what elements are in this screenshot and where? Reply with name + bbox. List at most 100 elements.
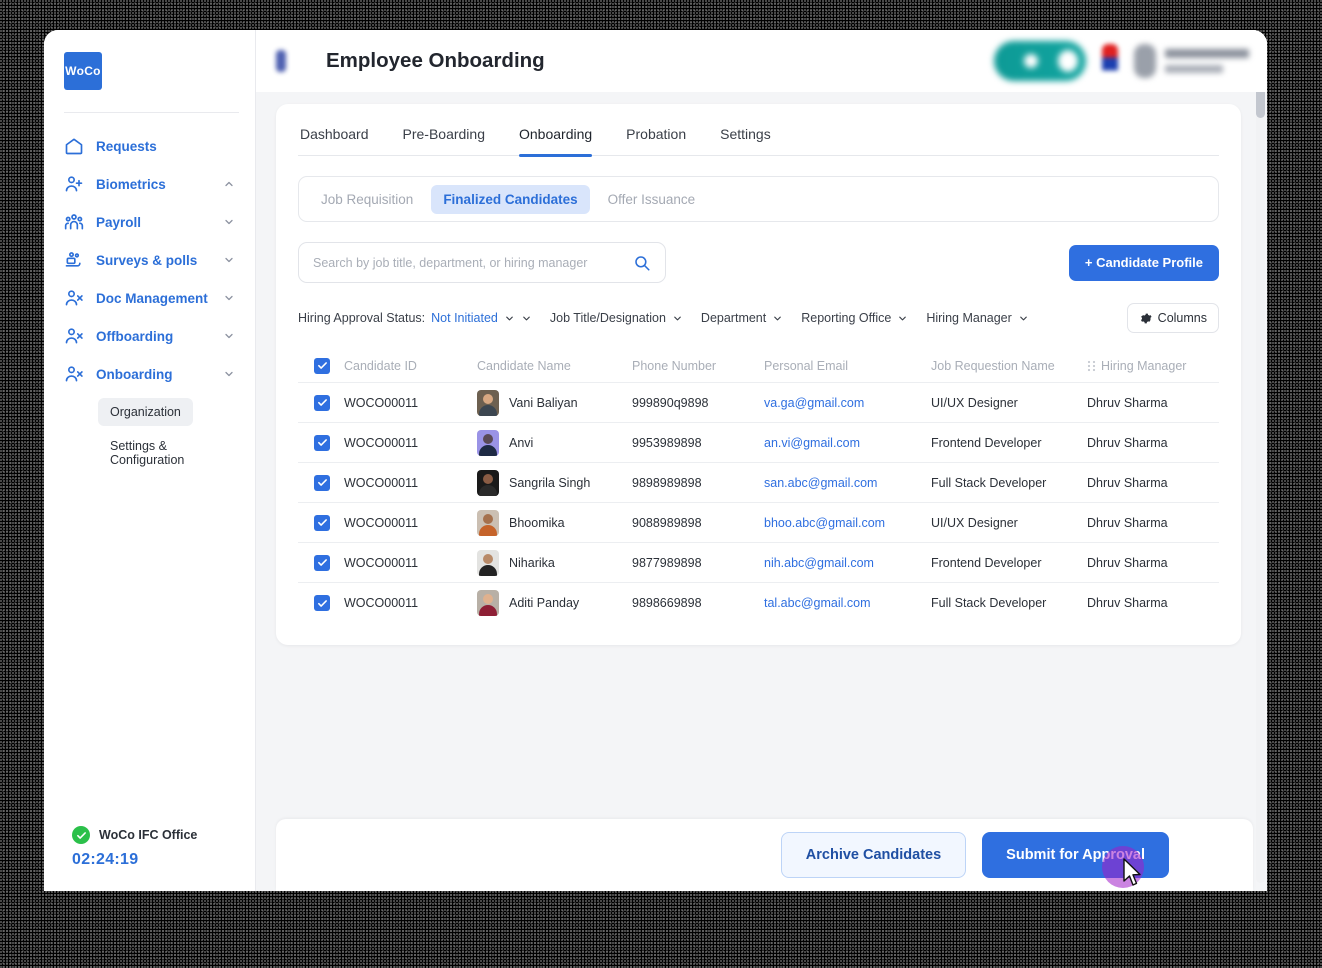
cell-job-requestion-name: Full Stack Developer [931, 475, 1047, 490]
cell-candidate-name: Anvi [477, 429, 632, 456]
sidebar-item-requests[interactable]: Requests [56, 127, 243, 165]
filter-hiring-manager[interactable]: Hiring Manager [926, 311, 1028, 325]
page-title: Employee Onboarding [326, 49, 545, 72]
sub-tab-offer-issuance[interactable]: Offer Issuance [596, 185, 708, 214]
user-profile-blurred[interactable] [1134, 44, 1249, 78]
chevron-down-icon[interactable] [223, 216, 235, 228]
chevron-down-icon[interactable] [223, 368, 235, 380]
filter-label: Department [700, 311, 767, 325]
sidebar-item-label: Requests [96, 138, 157, 154]
notification-bell-icon[interactable] [1102, 44, 1118, 78]
table-row[interactable]: WOCO00011 Anvi 9953989898 an.vi@gmail.co… [298, 423, 1219, 463]
table-row[interactable]: WOCO00011 Sangrila Singh 9898989898 san.… [298, 463, 1219, 503]
cell-personal-email[interactable]: nih.abc@gmail.com [764, 556, 931, 570]
scrollbar-track[interactable] [1256, 38, 1265, 883]
tab-pre-boarding[interactable]: Pre-Boarding [403, 122, 486, 155]
tab-dashboard[interactable]: Dashboard [300, 122, 369, 155]
filter-hiring-approval-status[interactable]: Hiring Approval Status: Not Initiated [298, 311, 532, 325]
cell-hiring-manager: Dhruv Sharma [1087, 596, 1168, 610]
chevron-up-icon[interactable] [223, 178, 235, 190]
tab-settings[interactable]: Settings [720, 122, 771, 155]
submit-for-approval-button[interactable]: Submit for Approval [982, 832, 1169, 878]
email-link[interactable]: nih.abc@gmail.com [764, 556, 874, 570]
search-input[interactable] [313, 255, 633, 270]
drag-handle-icon[interactable] [1087, 360, 1096, 372]
column-header-hiring-manager[interactable]: Hiring Manager [1087, 359, 1227, 373]
cell-phone-number: 9953989898 [632, 435, 702, 450]
sidebar-subitem-settings-configuration[interactable]: Settings & Configuration [98, 432, 231, 474]
office-status-row: WoCo IFC Office [72, 826, 255, 844]
row-checkbox[interactable] [314, 514, 330, 531]
avatar [477, 509, 499, 536]
sidebar-item-payroll[interactable]: Payroll [56, 203, 243, 241]
sidebar-item-label: Offboarding [96, 328, 174, 344]
cell-personal-email[interactable]: bhoo.abc@gmail.com [764, 516, 931, 530]
column-header-candidate-id[interactable]: Candidate ID [344, 359, 477, 373]
candidates-table: Candidate ID Candidate Name Phone Number… [298, 349, 1219, 623]
sidebar-item-surveys-polls[interactable]: Surveys & polls [56, 241, 243, 279]
cell-personal-email[interactable]: an.vi@gmail.com [764, 436, 931, 450]
table-row[interactable]: WOCO00011 Bhoomika 9088989898 bhoo.abc@g… [298, 503, 1219, 543]
email-link[interactable]: tal.abc@gmail.com [764, 596, 870, 610]
column-header-personal-email[interactable]: Personal Email [764, 359, 931, 373]
woco-logo[interactable]: WoCo [64, 52, 102, 90]
table-header-row: Candidate ID Candidate Name Phone Number… [298, 349, 1219, 383]
sub-tab-job-requisition[interactable]: Job Requisition [309, 185, 425, 214]
people-group-icon [64, 212, 84, 232]
cell-candidate-id: WOCO00011 [344, 515, 419, 530]
chevron-down-icon[interactable] [897, 313, 908, 324]
sidebar-subitem-organization[interactable]: Organization [98, 398, 193, 426]
sidebar-item-offboarding[interactable]: Offboarding [56, 317, 243, 355]
toggle-widget-blurred[interactable] [994, 41, 1086, 81]
filter-reporting-office[interactable]: Reporting Office [801, 311, 908, 325]
search-icon[interactable] [633, 254, 651, 272]
sub-tab-finalized-candidates[interactable]: Finalized Candidates [431, 184, 590, 214]
filter-department[interactable]: Department [701, 311, 783, 325]
columns-button[interactable]: Columns [1126, 303, 1219, 333]
table-row[interactable]: WOCO00011 Vani Baliyan 999890q9898 va.ga… [298, 383, 1219, 423]
search-box[interactable] [298, 242, 666, 283]
email-link[interactable]: va.ga@gmail.com [764, 396, 864, 410]
menu-indicator-icon[interactable] [276, 50, 286, 72]
filter-label: Job Title/Designation [549, 311, 666, 325]
chevron-down-icon-secondary[interactable] [521, 313, 532, 324]
tab-onboarding[interactable]: Onboarding [519, 122, 593, 157]
cell-phone-number: 9877989898 [632, 555, 702, 570]
column-header-label: Hiring Manager [1101, 358, 1187, 373]
email-link[interactable]: san.abc@gmail.com [764, 476, 877, 490]
sidebar-item-doc-management[interactable]: Doc Management [56, 279, 243, 317]
row-checkbox[interactable] [314, 595, 330, 611]
cell-personal-email[interactable]: tal.abc@gmail.com [764, 596, 931, 610]
cell-phone-number: 9088989898 [632, 515, 702, 530]
column-header-phone-number[interactable]: Phone Number [632, 359, 764, 373]
row-checkbox[interactable] [314, 474, 330, 491]
chevron-down-icon[interactable] [672, 313, 683, 324]
filter-job-title-designation[interactable]: Job Title/Designation [550, 311, 683, 325]
cell-personal-email[interactable]: san.abc@gmail.com [764, 476, 931, 490]
chevron-down-icon[interactable] [504, 313, 515, 324]
row-checkbox[interactable] [314, 394, 330, 411]
row-checkbox[interactable] [314, 554, 330, 571]
sidebar-item-onboarding[interactable]: Onboarding [56, 355, 243, 393]
email-link[interactable]: bhoo.abc@gmail.com [764, 516, 885, 530]
email-link[interactable]: an.vi@gmail.com [764, 436, 860, 450]
sidebar-item-biometrics[interactable]: Biometrics [56, 165, 243, 203]
cell-personal-email[interactable]: va.ga@gmail.com [764, 396, 931, 410]
add-candidate-profile-button[interactable]: + Candidate Profile [1068, 244, 1219, 281]
chevron-down-icon[interactable] [223, 330, 235, 342]
chevron-down-icon[interactable] [223, 254, 235, 266]
archive-candidates-button[interactable]: Archive Candidates [780, 832, 967, 878]
cell-hiring-manager: Dhruv Sharma [1087, 395, 1168, 410]
table-row[interactable]: WOCO00011 Niharika 9877989898 nih.abc@gm… [298, 543, 1219, 583]
column-header-candidate-name[interactable]: Candidate Name [477, 359, 632, 373]
cell-candidate-id: WOCO00011 [344, 596, 419, 610]
filter-label: Reporting Office [801, 311, 892, 325]
table-row[interactable]: WOCO00011 Aditi Panday 9898669898 tal.ab… [298, 583, 1219, 623]
chevron-down-icon[interactable] [223, 292, 235, 304]
chevron-down-icon[interactable] [1018, 313, 1029, 324]
tab-probation[interactable]: Probation [626, 122, 686, 155]
chevron-down-icon[interactable] [772, 313, 783, 324]
column-header-job-requestion-name[interactable]: Job Requestion Name [931, 359, 1087, 373]
row-checkbox[interactable] [314, 434, 330, 451]
select-all-checkbox[interactable] [314, 357, 330, 374]
